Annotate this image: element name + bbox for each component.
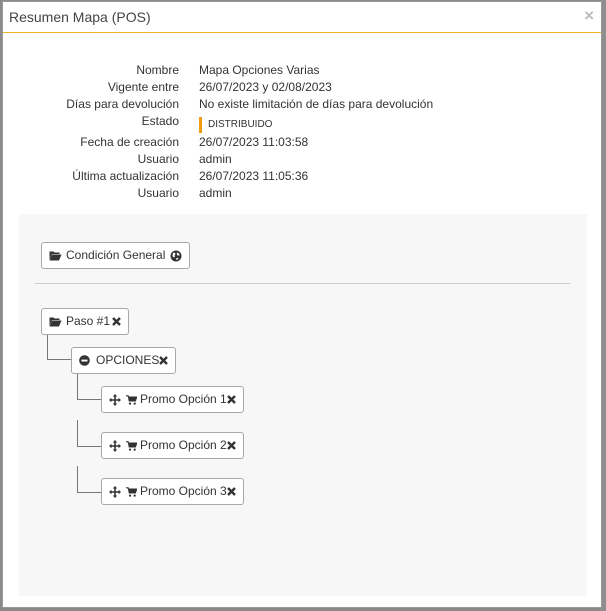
step-button[interactable]: Paso #1 [41, 308, 130, 335]
summary-info: Nombre Mapa Opciones Varias Vigente entr… [3, 62, 601, 202]
info-label: Vigente entre [107, 80, 179, 94]
info-value: 26/07/2023 y 02/08/2023 [199, 80, 332, 94]
general-condition-button[interactable]: Condición General [41, 242, 191, 269]
info-value: Mapa Opciones Varias [199, 63, 320, 77]
info-label: Nombre [136, 63, 179, 77]
info-row-estado: Estado [3, 113, 601, 130]
tree-connector [77, 466, 103, 493]
option-label: Promo Opción 3 [140, 484, 227, 498]
remove-icon[interactable] [226, 487, 236, 496]
tree-connector [77, 420, 103, 447]
step-label: Paso #1 [66, 314, 111, 328]
info-row-fecha-creacion: Fecha de creación 26/07/2023 11:03:58 [3, 134, 601, 151]
globe-icon [170, 250, 182, 262]
info-label: Fecha de creación [80, 135, 179, 149]
general-condition-label: Condición General [66, 248, 166, 262]
tree-connector [47, 334, 72, 360]
move-icon[interactable] [109, 439, 121, 452]
modal-header: Resumen Mapa (POS) × [3, 2, 601, 33]
info-row-usuario-creacion: Usuario admin [3, 151, 601, 168]
option-button-2[interactable]: Promo Opción 2 [101, 432, 244, 459]
info-row-ultima-actualizacion: Última actualización 26/07/2023 11:05:36 [3, 168, 601, 185]
info-label: Estado [141, 114, 179, 128]
tree-panel: Condición General Paso #1 OPCIONES Promo… [19, 214, 587, 596]
info-value: 26/07/2023 11:03:58 [199, 135, 309, 149]
modal-title: Resumen Mapa (POS) [9, 9, 151, 25]
info-value: admin [199, 186, 232, 200]
remove-icon[interactable] [226, 441, 236, 450]
tree-connector [77, 374, 103, 400]
info-value: No existe limitación de días para devolu… [199, 97, 434, 111]
options-group-button[interactable]: OPCIONES [71, 347, 177, 374]
info-value: 26/07/2023 11:05:36 [199, 169, 309, 183]
option-button-3[interactable]: Promo Opción 3 [101, 478, 244, 505]
info-row-dias: Días para devolución No existe limitació… [3, 96, 601, 113]
info-label: Usuario [137, 186, 179, 200]
info-label: Días para devolución [66, 97, 179, 111]
close-icon[interactable]: × [584, 7, 594, 24]
cart-icon [126, 394, 137, 405]
info-label: Usuario [137, 152, 179, 166]
status-badge: DISTRIBUIDO [199, 117, 272, 133]
option-label: Promo Opción 2 [140, 438, 227, 452]
remove-icon[interactable] [226, 395, 236, 404]
info-row-usuario-actualizacion: Usuario admin [3, 185, 601, 202]
info-row-nombre: Nombre Mapa Opciones Varias [3, 62, 601, 79]
tree-divider [35, 283, 570, 284]
cart-icon [126, 440, 137, 451]
folder-open-icon [49, 250, 62, 261]
cart-icon [126, 486, 137, 497]
options-group-label: OPCIONES [96, 353, 160, 367]
move-icon[interactable] [109, 393, 121, 406]
remove-icon[interactable] [112, 317, 121, 326]
info-value: admin [199, 152, 232, 166]
move-icon[interactable] [109, 485, 121, 498]
summary-modal: Resumen Mapa (POS) × Nombre Mapa Opcione… [2, 1, 602, 608]
option-label: Promo Opción 1 [140, 392, 227, 406]
option-button-1[interactable]: Promo Opción 1 [101, 386, 244, 413]
folder-open-icon [49, 316, 62, 327]
minus-circle-icon [79, 355, 90, 366]
remove-icon[interactable] [159, 356, 169, 365]
info-row-vigente: Vigente entre 26/07/2023 y 02/08/2023 [3, 79, 601, 96]
info-label: Última actualización [72, 169, 179, 183]
